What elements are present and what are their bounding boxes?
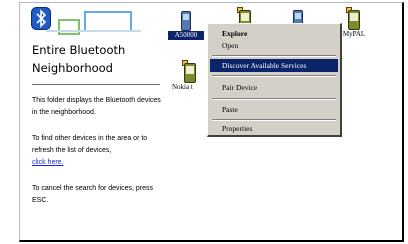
device-item[interactable]: A50000 xyxy=(168,11,204,40)
menu-separator xyxy=(212,55,336,57)
refresh-link[interactable]: click here. xyxy=(32,159,64,166)
phone-icon xyxy=(179,11,193,31)
description-text: This folder displays the Bluetooth devic… xyxy=(32,97,161,116)
device-label: Nokia t xyxy=(172,83,193,91)
device-item[interactable]: MyPAL xyxy=(337,7,371,39)
menu-separator xyxy=(212,119,336,121)
device-label: A50000 xyxy=(168,31,204,40)
context-menu: Explore Open Discover Available Services… xyxy=(207,23,342,137)
refresh-text: To find other devices in the area or to … xyxy=(32,135,148,154)
pane-title: Entire Bluetooth Neighborhood xyxy=(32,43,126,75)
refresh-instructions: To find other devices in the area or to … xyxy=(32,133,162,169)
menu-separator xyxy=(212,98,336,100)
pda-icon xyxy=(182,60,198,83)
header-decoration xyxy=(58,19,80,35)
pda-icon xyxy=(346,7,362,30)
menu-item-open[interactable]: Open xyxy=(210,39,338,52)
menu-item-discover-services[interactable]: Discover Available Services xyxy=(210,59,338,72)
cancel-instructions: To cancel the search for devices, press … xyxy=(32,185,154,204)
menu-item-paste[interactable]: Paste xyxy=(210,103,338,116)
task-pane: Entire Bluetooth Neighborhood This folde… xyxy=(20,3,162,240)
bluetooth-icon xyxy=(31,7,51,30)
menu-item-properties[interactable]: Properties xyxy=(210,122,338,135)
explorer-window: Entire Bluetooth Neighborhood This folde… xyxy=(19,2,404,242)
device-item[interactable]: Nokia t xyxy=(172,60,208,92)
header-decoration xyxy=(84,11,132,32)
device-label: MyPAL xyxy=(342,30,366,38)
header-decoration xyxy=(46,30,141,32)
menu-separator xyxy=(212,75,336,77)
menu-item-pair-device[interactable]: Pair Device xyxy=(210,81,338,94)
divider xyxy=(32,84,160,85)
